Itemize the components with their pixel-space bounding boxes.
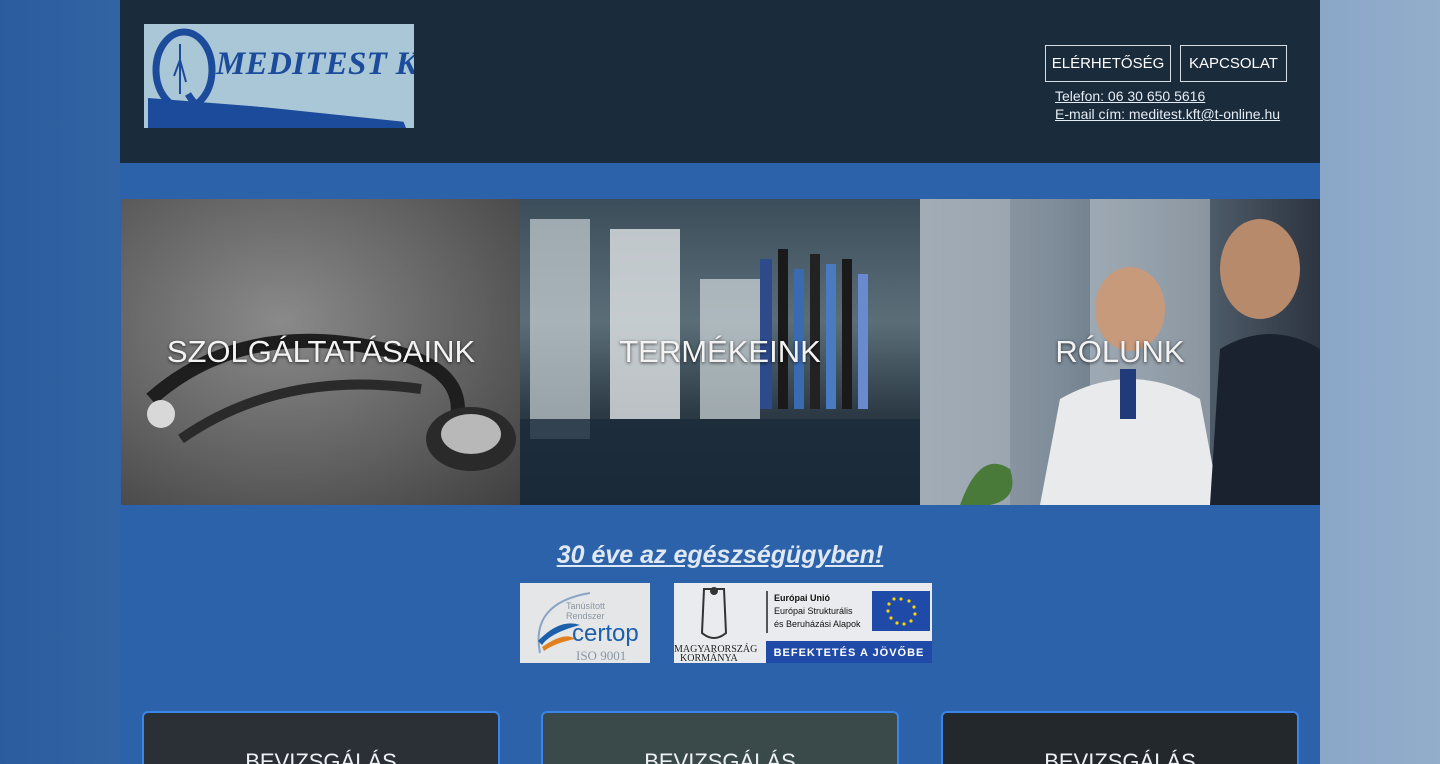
card-label: BEVIZSGÁLÁS (644, 749, 796, 764)
page: MEDITEST Kft. ELÉRHETŐSÉG KAPCSOLAT Tele… (120, 0, 1320, 764)
eu-flag-icon (872, 591, 930, 631)
eu-banner: BEFEKTETÉS A JÖVŐBE (774, 646, 925, 659)
eu-funding-badge: MAGYARORSZÁG KORMÁNYA Európai Unió Európ… (674, 587, 932, 663)
card-bevizsgalas-2[interactable]: BEVIZSGÁLÁS (541, 711, 899, 764)
eu-funding-logo[interactable]: MAGYARORSZÁG KORMÁNYA Európai Unió Európ… (674, 583, 932, 663)
tile-label: TERMÉKEINK (619, 334, 821, 369)
company-logo[interactable]: MEDITEST Kft. (144, 24, 414, 128)
eu-line1: Európai Strukturális (774, 606, 853, 616)
tagline: 30 éve az egészségügyben! (556, 541, 884, 569)
eu-title: Európai Unió (774, 593, 831, 603)
card-bevizsgalas-3[interactable]: BEVIZSGÁLÁS (941, 711, 1299, 764)
cert-standard: ISO 9001 (576, 648, 626, 663)
nav-button-kapcsolat[interactable]: KAPCSOLAT (1180, 45, 1287, 82)
tile-szolgaltatasaink[interactable]: SZOLGÁLTATÁSAINK (121, 199, 521, 505)
iso-certification-logo[interactable]: Tanúsított Rendszer certop ISO 9001 (520, 583, 650, 663)
logo-text: MEDITEST Kft. (216, 46, 414, 82)
tile-label: RÓLUNK (1055, 334, 1185, 369)
tile-termekeink[interactable]: TERMÉKEINK (520, 199, 920, 505)
category-tiles: SZOLGÁLTATÁSAINK TERMÉKEINK RÓLUNK (121, 199, 1320, 505)
cert-brand: certop (572, 620, 639, 647)
nav-button-elerhetoseg[interactable]: ELÉRHETŐSÉG (1045, 45, 1171, 82)
cert-line1: Tanúsított (566, 601, 606, 611)
gov-line2: KORMÁNYA (680, 652, 739, 663)
tile-rolunk[interactable]: RÓLUNK (920, 199, 1320, 505)
tile-label: SZOLGÁLTATÁSAINK (166, 334, 476, 369)
certop-swoosh-icon: Tanúsított Rendszer certop ISO 9001 (537, 592, 639, 663)
site-header: MEDITEST Kft. ELÉRHETŐSÉG KAPCSOLAT Tele… (120, 0, 1320, 163)
phone-link[interactable]: Telefon: 06 30 650 5616 (1055, 88, 1205, 104)
card-label: BEVIZSGÁLÁS (245, 749, 397, 764)
eu-line2: és Beruházási Alapok (774, 619, 861, 629)
card-label: BEVIZSGÁLÁS (1044, 749, 1196, 764)
email-link[interactable]: E-mail cím: meditest.kft@t-online.hu (1055, 106, 1280, 122)
card-bevizsgalas-1[interactable]: BEVIZSGÁLÁS (142, 711, 500, 764)
